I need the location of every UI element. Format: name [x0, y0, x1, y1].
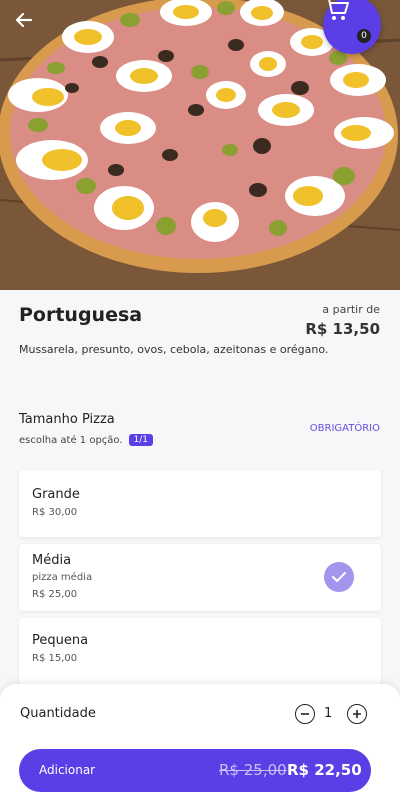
add-to-cart-button[interactable]: Adicionar R$ 25,00 R$ 22,50 [19, 749, 371, 792]
option-name: Grande [32, 487, 80, 502]
bottom-bar: Quantidade 1 Adicionar R$ 25,00 R$ 22,50 [0, 684, 400, 800]
option-grande[interactable]: Grande R$ 30,00 [19, 470, 381, 537]
add-button-label: Adicionar [39, 763, 96, 777]
price-from-value: R$ 13,50 [305, 320, 380, 338]
plus-icon [353, 710, 361, 718]
option-price: R$ 25,00 [32, 589, 78, 600]
original-price: R$ 25,00 [219, 761, 287, 779]
option-name: Média [32, 553, 72, 568]
option-price: R$ 30,00 [32, 507, 78, 518]
back-button[interactable] [14, 10, 42, 38]
quantity-label: Quantidade [20, 706, 96, 721]
option-name: Pequena [32, 633, 89, 648]
product-title: Portuguesa [19, 304, 143, 326]
size-section-title: Tamanho Pizza [19, 412, 115, 427]
size-section-hint: escolha até 1 opção. [19, 434, 123, 446]
option-price: R$ 15,00 [32, 653, 78, 664]
option-note: pizza média [32, 572, 93, 583]
arrow-left-icon [15, 12, 33, 28]
cart-count-badge: 0 [357, 29, 371, 43]
product-image: 0 [0, 0, 400, 290]
quantity-value: 1 [324, 706, 333, 721]
option-pequena[interactable]: Pequena R$ 15,00 [19, 618, 381, 685]
selected-check [324, 562, 354, 592]
cart-icon [325, 0, 349, 20]
selection-counter-badge: 1/1 [128, 434, 154, 446]
price-from-label: a partir de [322, 303, 380, 316]
increase-quantity-button[interactable] [347, 704, 367, 724]
discounted-price: R$ 22,50 [287, 761, 362, 779]
option-media[interactable]: Média pizza média R$ 25,00 [19, 544, 381, 611]
decrease-quantity-button[interactable] [295, 704, 315, 724]
check-icon [332, 572, 346, 582]
minus-icon [301, 713, 309, 715]
required-label: OBRIGATÓRIO [309, 423, 380, 434]
size-section-subtitle: escolha até 1 opção. 1/1 [19, 434, 154, 446]
product-description: Mussarela, presunto, ovos, cebola, azeit… [19, 343, 329, 356]
